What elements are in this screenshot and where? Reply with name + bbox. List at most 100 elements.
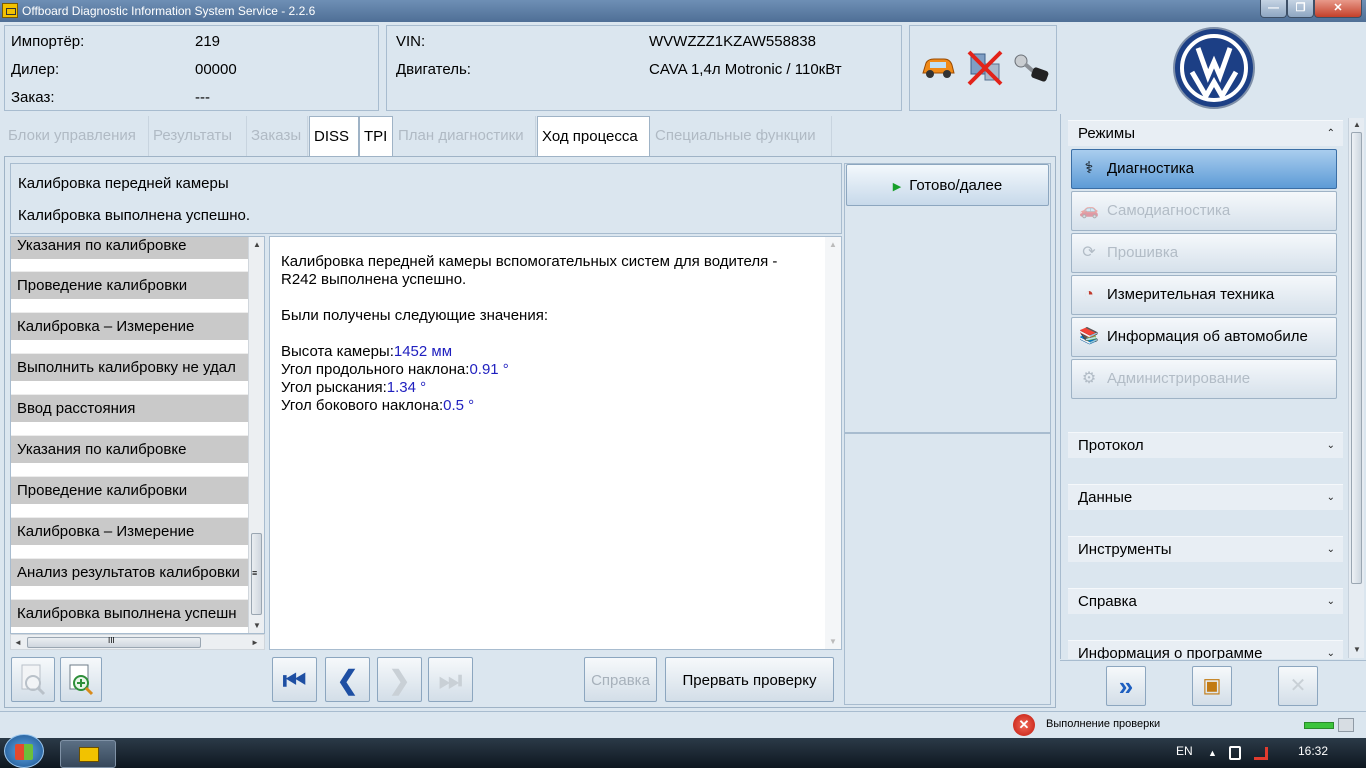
process-steps-list[interactable]: Указания по калибровке Проведение калибр… bbox=[10, 236, 265, 634]
tray-device-icon[interactable] bbox=[1229, 746, 1241, 760]
mode-vehicle-info-button[interactable]: 📚 Информация об автомобиле bbox=[1071, 317, 1337, 357]
hscroll-thumb[interactable]: III bbox=[27, 636, 201, 648]
scroll-thumb[interactable]: ≡ bbox=[251, 533, 262, 615]
first-step-button[interactable]: ⏮ bbox=[272, 657, 317, 702]
content-scrollbar[interactable]: ▲ ▼ bbox=[825, 237, 841, 649]
clock[interactable]: 16:32 bbox=[1298, 744, 1328, 758]
expand-icon: ⌄ bbox=[1326, 648, 1335, 659]
mode-administration-button[interactable]: ⚙ Администрирование bbox=[1071, 359, 1337, 399]
tab-diagnostic-plan[interactable]: План диагностики bbox=[394, 116, 536, 156]
section-label: Протокол bbox=[1078, 437, 1144, 454]
tray-expand-icon[interactable]: ▲ bbox=[1208, 748, 1217, 758]
steps-horizontal-scrollbar[interactable]: ◄ III ► bbox=[10, 634, 265, 650]
close-button[interactable]: ✕ bbox=[1314, 0, 1362, 18]
scroll-left-arrow[interactable]: ◄ bbox=[14, 638, 22, 647]
vehicle-info-panel: VIN: WVWZZZ1KZAW558838 Двигатель: CAVA 1… bbox=[386, 25, 902, 111]
network-status-icon[interactable] bbox=[1254, 747, 1268, 760]
yaw-angle-value: 1.34 ° bbox=[386, 379, 427, 396]
list-item[interactable]: Проведение калибровки bbox=[11, 476, 249, 504]
sidebar-scroll-thumb[interactable] bbox=[1351, 132, 1362, 584]
list-item[interactable]: Указания по калибровке bbox=[11, 237, 249, 259]
sidebar-section-about[interactable]: Информация о программе ⌄ bbox=[1068, 640, 1343, 659]
ignition-key-icon bbox=[1014, 54, 1049, 82]
section-label: Данные bbox=[1078, 489, 1133, 506]
flash-icon: ⟳ bbox=[1082, 244, 1096, 261]
list-item[interactable]: Калибровка выполнена успешн bbox=[11, 599, 249, 627]
list-item[interactable]: Анализ результатов калибровки bbox=[11, 558, 249, 586]
list-item[interactable]: Выполнить калибровку не удал bbox=[11, 353, 249, 381]
main-tabs: Блоки управления Результаты Заказы DISS … bbox=[4, 116, 1054, 157]
maximize-button[interactable]: ❐ bbox=[1287, 0, 1314, 18]
scroll-down-arrow[interactable]: ▼ bbox=[253, 621, 261, 630]
tab-control-units[interactable]: Блоки управления bbox=[4, 116, 149, 156]
order-value: --- bbox=[195, 89, 210, 106]
taskbar-odis-app[interactable] bbox=[60, 740, 116, 768]
section-label: Инструменты bbox=[1078, 541, 1172, 558]
language-indicator[interactable]: EN bbox=[1176, 744, 1193, 758]
odis-app-icon bbox=[79, 747, 99, 762]
vw-logo bbox=[1173, 27, 1255, 109]
logo-panel: VW bbox=[1060, 22, 1366, 114]
mode-label: Администрирование bbox=[1107, 370, 1251, 387]
status-bar-text: Выполнение проверки bbox=[1046, 718, 1161, 730]
minimize-button[interactable]: — bbox=[1260, 0, 1287, 18]
title-bar[interactable]: Offboard Diagnostic Information System S… bbox=[0, 0, 1366, 22]
list-item[interactable]: Калибровка – Измерение bbox=[11, 312, 249, 340]
sidebar-scroll-up-arrow[interactable]: ▲ bbox=[1353, 120, 1361, 129]
next-step-button[interactable]: ❯ bbox=[377, 657, 422, 702]
list-item[interactable]: Ввод расстояния bbox=[11, 394, 249, 422]
vin-value: WVWZZZ1KZAW558838 bbox=[649, 33, 816, 50]
tab-tpi[interactable]: TPI bbox=[359, 116, 393, 157]
camera-height-label: Высота камеры: bbox=[281, 343, 394, 360]
zoom-out-icon bbox=[21, 664, 46, 696]
collapse-icon: ⌃ bbox=[1326, 128, 1335, 139]
tab-special-functions[interactable]: Специальные функции bbox=[651, 116, 832, 156]
connection-indicator bbox=[1304, 722, 1334, 729]
content-scroll-down-arrow[interactable]: ▼ bbox=[829, 637, 837, 646]
mode-measurement-button[interactable]: ◔ Измерительная техника bbox=[1071, 275, 1337, 315]
process-message: Калибровка выполнена успешно. bbox=[18, 207, 251, 224]
status-bar bbox=[0, 711, 1366, 738]
vin-label: VIN: bbox=[396, 33, 426, 50]
list-item[interactable]: Указания по калибровке bbox=[11, 435, 249, 463]
zoom-out-button[interactable]: − bbox=[11, 657, 55, 702]
expand-icon: ⌄ bbox=[1326, 492, 1335, 503]
sidebar-section-tools[interactable]: Инструменты ⌄ bbox=[1068, 536, 1343, 562]
scroll-right-arrow[interactable]: ► bbox=[251, 638, 259, 647]
tab-diss[interactable]: DISS bbox=[309, 116, 359, 157]
ready-next-button[interactable]: ▶ Готово/далее bbox=[846, 164, 1049, 206]
tab-process-progress[interactable]: Ход процесса bbox=[537, 116, 650, 157]
mode-self-diagnosis-button[interactable]: 🚗 Самодиагностика bbox=[1071, 191, 1337, 231]
tab-orders[interactable]: Заказы bbox=[247, 116, 308, 156]
list-item[interactable]: Калибровка – Измерение bbox=[11, 517, 249, 545]
sidebar-section-data[interactable]: Данные ⌄ bbox=[1068, 484, 1343, 510]
result-line-2: R242 выполнена успешно. bbox=[281, 271, 467, 288]
engine-value: CAVA 1,4л Motronic / 110кВт bbox=[649, 61, 842, 78]
expand-icon: ⌄ bbox=[1326, 544, 1335, 555]
mode-label: Самодиагностика bbox=[1107, 202, 1231, 219]
scroll-up-arrow[interactable]: ▲ bbox=[253, 240, 261, 249]
steps-vertical-scrollbar[interactable]: ▲ ≡ ▼ bbox=[248, 237, 264, 633]
help-button[interactable]: Справка bbox=[584, 657, 657, 702]
mode-flash-button[interactable]: ⟳ Прошивка bbox=[1071, 233, 1337, 273]
books-icon: 📚 bbox=[1079, 328, 1099, 345]
abort-test-button[interactable]: Прервать проверку bbox=[665, 657, 834, 702]
sidebar-section-protocol[interactable]: Протокол ⌄ bbox=[1068, 432, 1343, 458]
mode-diagnostics-button[interactable]: ⚕ Диагностика bbox=[1071, 149, 1337, 189]
sidebar-section-help[interactable]: Справка ⌄ bbox=[1068, 588, 1343, 614]
exit-button[interactable]: ✕ bbox=[1278, 666, 1318, 706]
screenshot-button[interactable]: ▣ bbox=[1192, 666, 1232, 706]
gear-icon: ⚙ bbox=[1081, 370, 1097, 387]
sidebar-scroll-down-arrow[interactable]: ▼ bbox=[1353, 645, 1361, 654]
content-scroll-up-arrow[interactable]: ▲ bbox=[829, 240, 837, 249]
sidebar-section-modes[interactable]: Режимы ⌃ bbox=[1068, 120, 1343, 146]
last-step-button[interactable]: ⏭ bbox=[428, 657, 473, 702]
zoom-in-button[interactable]: + bbox=[60, 657, 102, 702]
tab-results[interactable]: Результаты bbox=[149, 116, 247, 156]
forward-button[interactable]: » bbox=[1106, 666, 1146, 706]
list-item[interactable]: Проведение калибровки bbox=[11, 271, 249, 299]
sidebar-scrollbar[interactable]: ▲ ▼ bbox=[1348, 118, 1364, 658]
roll-angle-label: Угол бокового наклона: bbox=[281, 397, 444, 414]
previous-step-button[interactable]: ❮ bbox=[325, 657, 370, 702]
modes-title: Режимы bbox=[1078, 125, 1136, 142]
